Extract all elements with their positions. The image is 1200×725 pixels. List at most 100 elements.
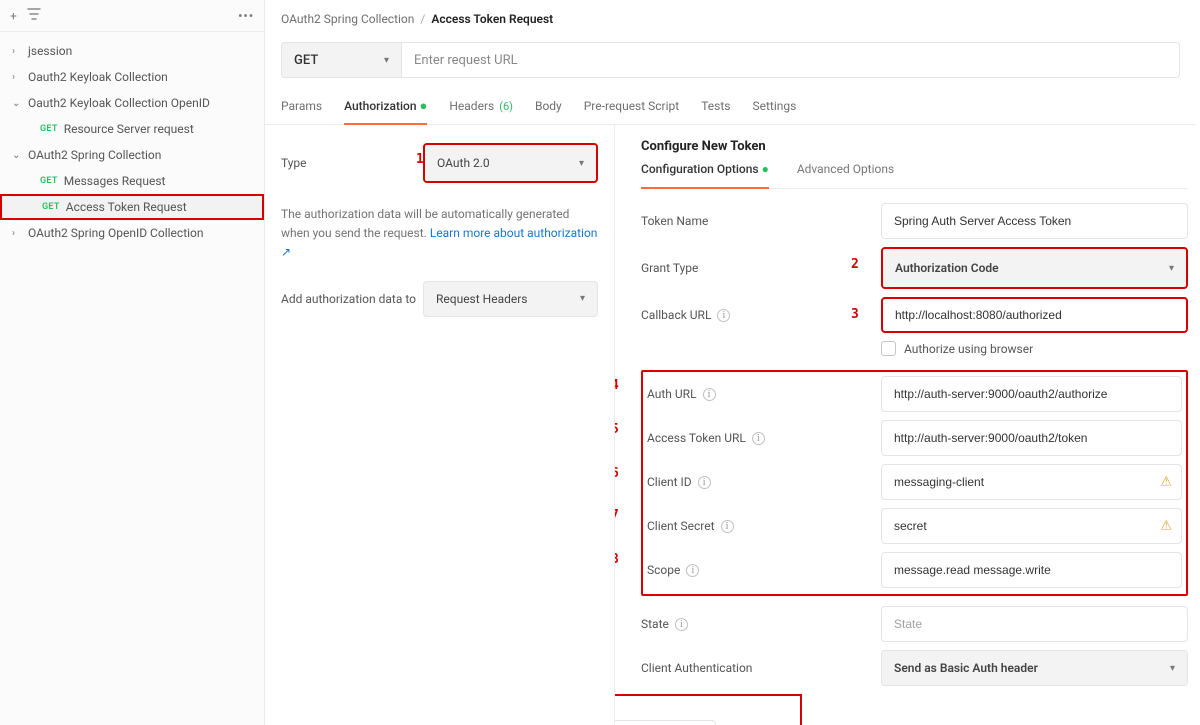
add-to-select[interactable]: Request Headers ▾ [423, 281, 598, 317]
client-secret-label: Client Secret [647, 519, 715, 533]
field-callback-url: Callback URL i 3 [641, 297, 1188, 333]
sidebar-item-keycloak[interactable]: › Oauth2 Keyloak Collection [0, 64, 264, 90]
client-id-input[interactable] [881, 464, 1182, 500]
field-auth-url: Auth URL i [647, 376, 1182, 412]
subtab-configuration[interactable]: Configuration Options● [641, 162, 769, 180]
tab-params[interactable]: Params [281, 89, 322, 123]
chevron-down-icon: ▾ [1170, 663, 1175, 674]
field-state: Statei [641, 606, 1188, 642]
authorize-browser-label: Authorize using browser [904, 342, 1033, 356]
state-label: State [641, 617, 669, 631]
client-id-label: Client ID [647, 475, 692, 489]
info-icon[interactable]: i [703, 388, 716, 401]
chevron-down-icon: ▾ [580, 293, 585, 304]
state-input[interactable] [881, 606, 1188, 642]
field-client-secret: Client Secreti ⚠ [647, 508, 1182, 544]
token-name-input[interactable] [881, 203, 1188, 239]
subtab-label: Configuration Options [641, 162, 759, 176]
scope-input[interactable] [881, 552, 1182, 588]
annotation-1: 1 [416, 152, 424, 167]
access-token-url-input[interactable] [881, 420, 1182, 456]
tab-authorization[interactable]: Authorization● [344, 88, 427, 124]
sidebar-item-keycloak-openid[interactable]: ⌄Oauth2 Keyloak Collection OpenID [0, 90, 264, 116]
auth-url-input[interactable] [881, 376, 1182, 412]
request-url-input[interactable]: Enter request URL [401, 42, 1180, 78]
callback-url-label: Callback URL [641, 308, 711, 322]
info-icon[interactable]: i [675, 618, 688, 631]
url-placeholder: Enter request URL [414, 53, 518, 68]
tab-prerequest[interactable]: Pre-request Script [584, 89, 679, 123]
annotation-7: 7 [615, 508, 619, 523]
field-grant-type: Grant Type 2 Authorization Code ▾ [641, 247, 1188, 289]
breadcrumb-parent[interactable]: OAuth2 Spring Collection [281, 12, 414, 26]
chevron-right-icon: › [12, 228, 24, 239]
filter-icon[interactable] [27, 8, 41, 23]
sidebar-item-messages-request[interactable]: GETMessages Request [0, 168, 264, 194]
subtab-advanced[interactable]: Advanced Options [797, 162, 894, 180]
tab-body[interactable]: Body [535, 89, 562, 123]
info-icon[interactable]: i [721, 520, 734, 533]
tab-headers[interactable]: Headers (6) [449, 89, 513, 123]
chevron-right-icon: › [12, 46, 24, 57]
sidebar-item-label: Oauth2 Keyloak Collection OpenID [28, 96, 210, 110]
chevron-right-icon: › [12, 72, 24, 83]
tab-tests[interactable]: Tests [701, 89, 730, 123]
client-secret-input[interactable] [881, 508, 1182, 544]
authorize-browser-checkbox[interactable] [881, 341, 896, 356]
chevron-down-icon: ▾ [579, 158, 584, 169]
add-to-label: Add authorization data to [281, 292, 416, 306]
annotation-3: 3 [851, 307, 859, 322]
scope-label: Scope [647, 563, 680, 577]
request-bar: GET ▾ Enter request URL [265, 38, 1196, 88]
sidebar-item-resource-server[interactable]: GETResource Server request [0, 116, 264, 142]
info-icon[interactable]: i [752, 432, 765, 445]
configure-token-heading: Configure New Token [641, 139, 1188, 154]
info-icon[interactable]: i [698, 476, 711, 489]
annotation-2: 2 [851, 257, 859, 272]
client-auth-select[interactable]: Send as Basic Auth header ▾ [881, 650, 1188, 686]
field-scope: Scopei [647, 552, 1182, 588]
sidebar-item-jsession[interactable]: ›jsession [0, 38, 264, 64]
auth-type-row: Type 1 OAuth 2.0 ▾ [281, 143, 598, 183]
tab-settings[interactable]: Settings [752, 89, 796, 123]
new-icon[interactable]: + [10, 9, 17, 23]
info-icon[interactable]: i [717, 309, 730, 322]
auth-type-select[interactable]: OAuth 2.0 ▾ [423, 143, 598, 183]
grant-type-select[interactable]: Authorization Code ▾ [881, 247, 1188, 289]
sidebar-item-access-token-request[interactable]: GETAccess Token Request [0, 194, 264, 220]
status-dot-icon: ● [420, 99, 428, 114]
callback-url-input[interactable] [881, 297, 1188, 333]
http-method-value: GET [294, 53, 318, 68]
grant-type-value: Authorization Code [895, 261, 999, 275]
clear-cookies-button[interactable]: 🍪 Clear cookies i [615, 720, 716, 725]
field-token-name: Token Name [641, 203, 1188, 239]
status-dot-icon: ● [762, 162, 769, 176]
more-icon[interactable]: ••• [238, 9, 254, 23]
sidebar-item-oauth2-spring-openid[interactable]: ›OAuth2 Spring OpenID Collection [0, 220, 264, 246]
info-icon[interactable]: i [686, 564, 699, 577]
sidebar: + ••• ›jsession › Oauth2 Keyloak Collecti… [0, 0, 265, 725]
grant-type-label: Grant Type [641, 261, 881, 275]
chevron-down-icon: ▾ [1169, 263, 1174, 274]
sidebar-item-oauth2-spring[interactable]: ⌄OAuth2 Spring Collection [0, 142, 264, 168]
field-client-id: Client IDi ⚠ [647, 464, 1182, 500]
sidebar-item-label: Oauth2 Keyloak Collection [28, 70, 168, 84]
annotation-6: 6 [615, 466, 619, 481]
breadcrumb-current: Access Token Request [431, 12, 553, 26]
sidebar-item-label: OAuth2 Spring Collection [28, 148, 161, 162]
request-tabs: Params Authorization● Headers (6) Body P… [265, 88, 1196, 125]
annotation-5: 5 [615, 422, 619, 437]
authorize-browser-row[interactable]: Authorize using browser [881, 341, 1188, 356]
field-access-token-url: Access Token URL i [647, 420, 1182, 456]
annotation-4: 4 [615, 378, 619, 393]
field-client-auth: Client Authentication Send as Basic Auth… [641, 650, 1188, 686]
auth-left-panel: Type 1 OAuth 2.0 ▾ The authorization dat… [265, 125, 615, 725]
access-token-url-label: Access Token URL [647, 431, 746, 445]
auth-url-label: Auth URL [647, 387, 697, 401]
sidebar-item-label: Access Token Request [66, 200, 187, 214]
auth-help-text: The authorization data will be automatic… [281, 205, 598, 263]
http-method-select[interactable]: GET ▾ [281, 42, 401, 78]
collection-tree: ›jsession › Oauth2 Keyloak Collection ⌄Oa… [0, 32, 264, 246]
main-panel: OAuth2 Spring Collection / Access Token … [265, 0, 1200, 725]
tab-label: Headers [449, 99, 494, 113]
